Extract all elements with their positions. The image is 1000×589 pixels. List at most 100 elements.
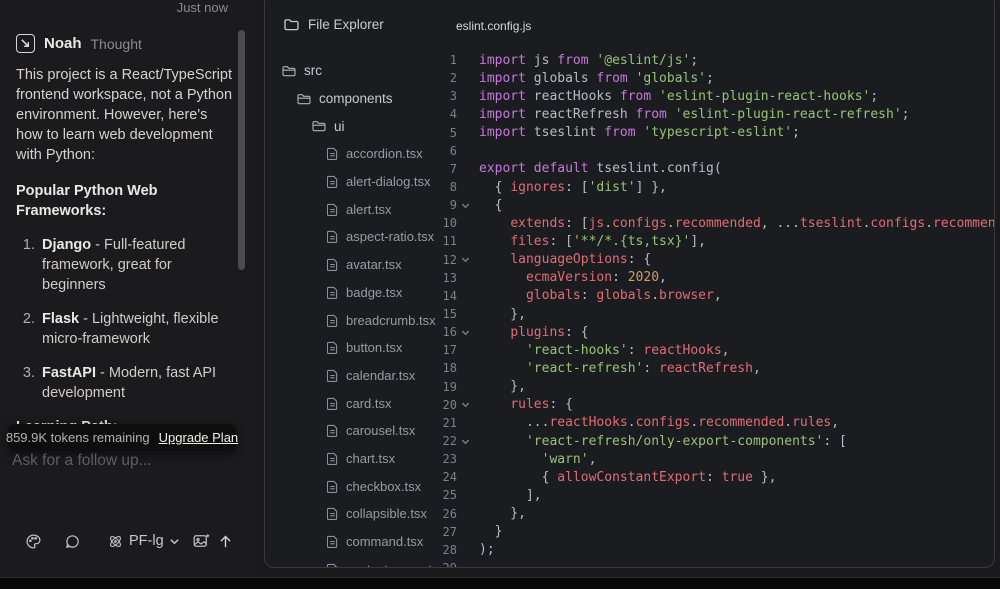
token-notice-bar: 859.9K tokens remaining Upgrade Plan (8, 424, 236, 451)
code-text: export default tseslint.config( (479, 161, 722, 176)
file-icon (327, 314, 338, 327)
code-line[interactable]: 25 ], (440, 486, 994, 504)
folder-item-ui[interactable]: ui (265, 112, 465, 140)
code-text: { (479, 198, 502, 213)
file-item[interactable]: badge.tsx (265, 279, 465, 307)
file-item[interactable]: command.tsx (265, 528, 465, 556)
send-button[interactable] (217, 533, 234, 550)
code-line[interactable]: 22 'react-refresh/only-export-components… (440, 432, 994, 450)
code-text: } (479, 524, 502, 539)
file-item[interactable]: calendar.tsx (265, 362, 465, 390)
file-item[interactable]: breadcrumb.tsx (265, 306, 465, 334)
code-line[interactable]: 29 (440, 559, 994, 568)
model-selector[interactable]: PF-lg (107, 533, 180, 550)
file-item[interactable]: chart.tsx (265, 445, 465, 473)
file-item[interactable]: avatar.tsx (265, 251, 465, 279)
line-number: 21 (440, 416, 457, 430)
line-number: 18 (440, 361, 457, 375)
code-text: }, (479, 506, 526, 521)
code-text: extends: [js.configs.recommended, ...tse… (479, 216, 995, 231)
file-icon (327, 147, 338, 160)
code-line[interactable]: 12 languageOptions: { (440, 251, 994, 269)
fold-toggle-icon[interactable] (457, 437, 479, 446)
code-line[interactable]: 5import tseslint from 'typescript-eslint… (440, 124, 994, 142)
chat-bubble-icon[interactable] (64, 533, 81, 550)
thought-badge[interactable]: Thought (91, 36, 142, 52)
file-item[interactable]: context-menu.tsx (265, 555, 465, 568)
file-item[interactable]: checkbox.tsx (265, 472, 465, 500)
code-line[interactable]: 9 { (440, 196, 994, 214)
code-text: 'react-hooks': reactHooks, (479, 343, 729, 358)
code-text: rules: { (479, 397, 573, 412)
file-item[interactable]: collapsible.tsx (265, 500, 465, 528)
line-number: 19 (440, 380, 457, 394)
code-line[interactable]: 17 'react-hooks': reactHooks, (440, 341, 994, 359)
line-number: 8 (440, 180, 457, 194)
code-line[interactable]: 1 import js from '@eslint/js'; (440, 51, 994, 69)
code-line[interactable]: 20 rules: { (440, 396, 994, 414)
file-item[interactable]: carousel.tsx (265, 417, 465, 445)
code-line[interactable]: 4import reactRefresh from 'eslint-plugin… (440, 105, 994, 123)
line-number: 23 (440, 452, 457, 466)
folder-item-components[interactable]: components (265, 85, 465, 113)
code-line[interactable]: 6 (440, 142, 994, 160)
code-line[interactable]: 3import reactHooks from 'eslint-plugin-r… (440, 87, 994, 105)
code-line[interactable]: 15 }, (440, 305, 994, 323)
open-file-tab[interactable]: eslint.config.js (456, 19, 531, 33)
list-number: 3. (16, 363, 42, 403)
code-line[interactable]: 28); (440, 541, 994, 559)
open-folder-icon (297, 93, 311, 105)
add-image-icon[interactable] (192, 532, 210, 550)
fold-toggle-icon[interactable] (457, 255, 479, 264)
chat-panel: Just now Noah Thought This project is a … (0, 0, 252, 577)
code-line[interactable]: 8 { ignores: ['dist'] }, (440, 178, 994, 196)
upgrade-plan-link[interactable]: Upgrade Plan (159, 430, 239, 445)
fold-toggle-icon[interactable] (457, 400, 479, 409)
file-item[interactable]: accordion.tsx (265, 140, 465, 168)
fold-toggle-icon[interactable] (457, 201, 479, 210)
file-item[interactable]: button.tsx (265, 334, 465, 362)
chat-scrollbar[interactable] (238, 30, 245, 270)
file-explorer-label: File Explorer (308, 17, 384, 32)
line-number: 11 (440, 234, 457, 248)
code-line[interactable]: 16 plugins: { (440, 323, 994, 341)
code-text: import tseslint from 'typescript-eslint'… (479, 125, 800, 140)
code-line[interactable]: 23 'warn', (440, 450, 994, 468)
file-item[interactable]: alert.tsx (265, 195, 465, 223)
code-line[interactable]: 26 }, (440, 505, 994, 523)
code-line[interactable]: 13 ecmaVersion: 2020, (440, 269, 994, 287)
code-line[interactable]: 18 'react-refresh': reactRefresh, (440, 359, 994, 377)
fold-toggle-icon[interactable] (457, 328, 479, 337)
palette-icon[interactable] (25, 533, 42, 550)
followup-input[interactable] (12, 452, 238, 470)
file-icon (327, 507, 338, 520)
line-number: 16 (440, 325, 457, 339)
file-item[interactable]: alert-dialog.tsx (265, 168, 465, 196)
code-text: import globals from 'globals'; (479, 71, 714, 86)
code-line[interactable]: 10 extends: [js.configs.recommended, ...… (440, 214, 994, 232)
code-line[interactable]: 7export default tseslint.config( (440, 160, 994, 178)
code-line[interactable]: 11 files: ['**/*.{ts,tsx}'], (440, 232, 994, 250)
folder-item-src[interactable]: src (265, 57, 465, 85)
code-text: { allowConstantExport: true }, (479, 470, 776, 485)
file-icon (327, 369, 338, 382)
code-line[interactable]: 2import globals from 'globals'; (440, 69, 994, 87)
code-line[interactable]: 19 }, (440, 378, 994, 396)
framework-item: 1.Django - Full-featured framework, grea… (16, 235, 234, 295)
code-editor[interactable]: 1 import js from '@eslint/js';2import glo… (440, 51, 994, 568)
file-item[interactable]: aspect-ratio.tsx (265, 223, 465, 251)
file-item[interactable]: card.tsx (265, 389, 465, 417)
framework-text: Django - Full-featured framework, great … (42, 235, 234, 295)
code-line[interactable]: 14 globals: globals.browser, (440, 287, 994, 305)
chevron-down-icon (169, 536, 180, 547)
code-line[interactable]: 27 } (440, 523, 994, 541)
code-line[interactable]: 21 ...reactHooks.configs.recommended.rul… (440, 414, 994, 432)
code-text: 'react-refresh/only-export-components': … (479, 434, 847, 449)
file-tree: src components ui accordion.tsx alert-di… (265, 57, 465, 568)
code-text: import js from '@eslint/js'; (479, 53, 698, 68)
code-line[interactable]: 24 { allowConstantExport: true }, (440, 468, 994, 486)
line-number: 1 (440, 53, 457, 67)
line-number: 28 (440, 543, 457, 557)
code-text: ...reactHooks.configs.recommended.rules, (479, 415, 839, 430)
line-number: 9 (440, 198, 457, 212)
